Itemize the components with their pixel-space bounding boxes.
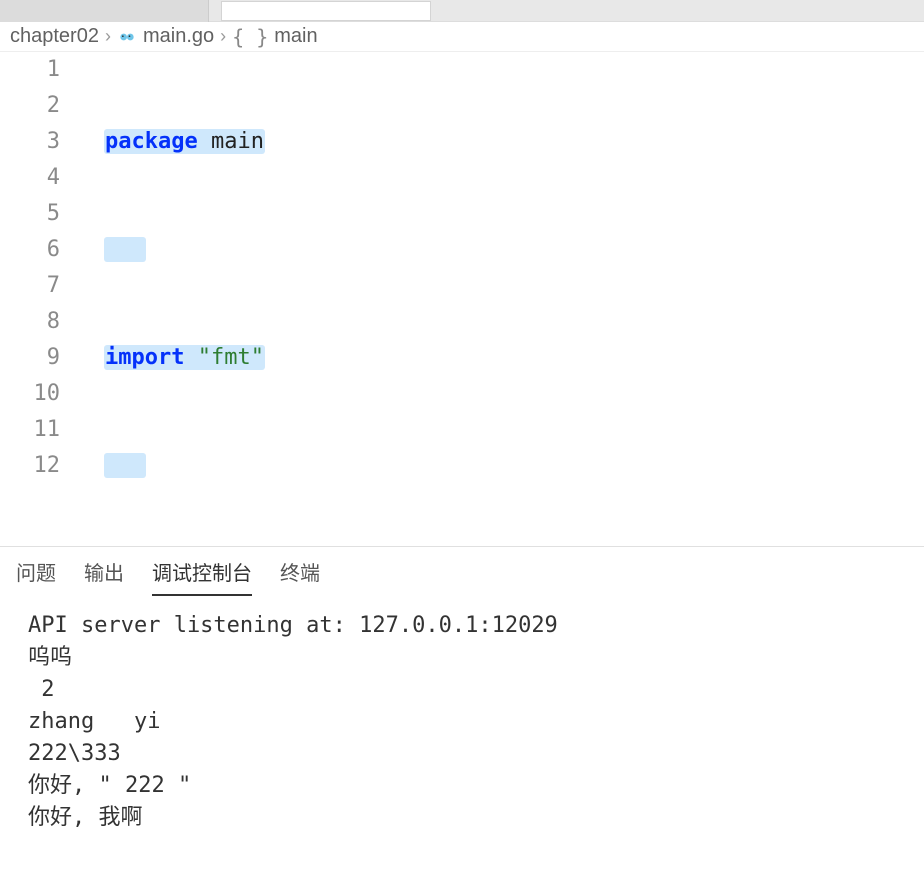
- breadcrumb-label: main: [274, 25, 317, 48]
- chevron-right-icon: ›: [218, 26, 228, 47]
- line-number-gutter: 1 2 3 4 5 6 7 8 9 10 11 12: [0, 52, 96, 546]
- code-line[interactable]: [104, 448, 924, 484]
- breadcrumb-label: main.go: [143, 25, 214, 48]
- console-line: 你好, " 222 ": [28, 773, 191, 798]
- code-content[interactable]: package main import "fmt" func main() { …: [96, 52, 924, 546]
- console-line: API server listening at: 127.0.0.1:12029: [28, 613, 558, 638]
- tab-debug-console[interactable]: 调试控制台: [152, 557, 252, 596]
- debug-console-output[interactable]: API server listening at: 127.0.0.1:12029…: [0, 596, 924, 870]
- bottom-panel: 问题 输出 调试控制台 终端 API server listening at: …: [0, 546, 924, 870]
- line-number: 10: [0, 376, 60, 412]
- line-number: 4: [0, 160, 60, 196]
- line-number: 8: [0, 304, 60, 340]
- go-file-icon: [117, 27, 137, 47]
- console-line: zhang yi: [28, 709, 160, 734]
- breadcrumb-item-folder[interactable]: chapter02: [10, 25, 99, 48]
- breadcrumb-item-file[interactable]: main.go: [117, 25, 214, 48]
- breadcrumb: chapter02 › main.go › { } main: [0, 22, 924, 52]
- line-number: 12: [0, 448, 60, 484]
- line-number: 6: [0, 232, 60, 268]
- line-number: 1: [0, 52, 60, 88]
- console-line: 2: [28, 677, 55, 702]
- code-line[interactable]: [104, 232, 924, 268]
- toolbar-input[interactable]: [221, 1, 431, 21]
- panel-tabs: 问题 输出 调试控制台 终端: [0, 547, 924, 596]
- tab-problems[interactable]: 问题: [16, 557, 56, 596]
- code-editor[interactable]: 1 2 3 4 5 6 7 8 9 10 11 12 package main …: [0, 52, 924, 546]
- code-line[interactable]: import "fmt": [104, 340, 924, 376]
- chevron-right-icon: ›: [103, 26, 113, 47]
- line-number: 9: [0, 340, 60, 376]
- braces-icon: { }: [232, 25, 268, 49]
- console-line: 呜呜: [28, 645, 85, 670]
- top-toolbar: [0, 0, 924, 22]
- tab-terminal[interactable]: 终端: [280, 557, 320, 596]
- toolbar-handle: [0, 0, 209, 22]
- line-number: 5: [0, 196, 60, 232]
- line-number: 7: [0, 268, 60, 304]
- breadcrumb-item-symbol[interactable]: { } main: [232, 25, 317, 49]
- console-line: 你好, 我啊: [28, 805, 143, 830]
- line-number: 11: [0, 412, 60, 448]
- console-line: 222\333: [28, 741, 121, 766]
- line-number: 3: [0, 124, 60, 160]
- breadcrumb-label: chapter02: [10, 25, 99, 48]
- code-line[interactable]: package main: [104, 124, 924, 160]
- tab-output[interactable]: 输出: [84, 557, 124, 596]
- line-number: 2: [0, 88, 60, 124]
